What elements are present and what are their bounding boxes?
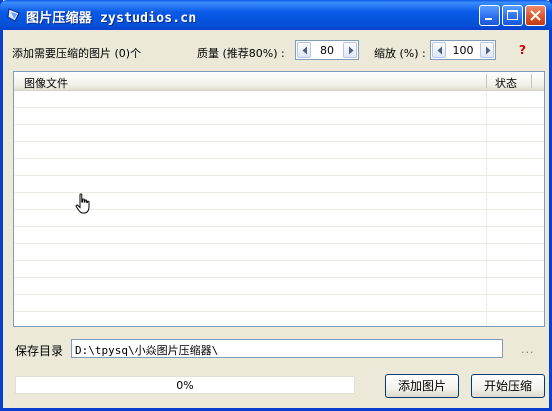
column-gridline: [486, 91, 487, 326]
empty-list-row: [14, 142, 544, 159]
scale-value[interactable]: 100: [447, 44, 479, 57]
maximize-button[interactable]: [502, 5, 523, 26]
browse-button[interactable]: ...: [521, 343, 535, 356]
column-header-status[interactable]: 状态: [495, 75, 517, 91]
scale-label: 缩放 (%) :: [374, 47, 426, 60]
help-link[interactable]: ?: [519, 43, 526, 57]
empty-list-row: [14, 108, 544, 125]
empty-list-row: [14, 261, 544, 278]
empty-list-row: [14, 193, 544, 210]
spin-left-icon: [302, 46, 307, 55]
title-bar[interactable]: 图片压缩器 zystudios.cn: [0, 0, 552, 30]
scale-decrease-button[interactable]: [432, 42, 446, 58]
quality-stepper[interactable]: 80: [295, 40, 359, 60]
scale-stepper[interactable]: 100: [430, 40, 496, 60]
column-divider[interactable]: [486, 74, 487, 88]
progress-bar: 0%: [15, 376, 355, 394]
progress-percent: 0%: [176, 379, 194, 392]
empty-list-row: [14, 278, 544, 295]
start-compress-button[interactable]: 开始压缩: [471, 374, 545, 398]
column-header-file[interactable]: 图像文件: [24, 75, 68, 91]
app-icon: [7, 8, 20, 22]
close-button[interactable]: [525, 5, 546, 26]
image-file-list[interactable]: 图像文件 状态: [13, 71, 545, 327]
close-icon: [530, 10, 541, 21]
add-images-button[interactable]: 添加图片: [385, 374, 459, 398]
minimize-icon: [485, 18, 492, 20]
scale-increase-button[interactable]: [480, 42, 494, 58]
main-window: 图片压缩器 zystudios.cn 添加需要压缩的图片 (0)个 质量 (推荐…: [0, 0, 552, 411]
image-count-label: 添加需要压缩的图片 (0)个: [12, 47, 142, 60]
empty-list-row: [14, 295, 544, 312]
quality-value[interactable]: 80: [312, 44, 342, 57]
empty-list-row: [14, 227, 544, 244]
minimize-button[interactable]: [479, 5, 500, 26]
spin-left-icon: [437, 46, 442, 55]
empty-list-row: [14, 159, 544, 176]
quality-decrease-button[interactable]: [297, 42, 311, 58]
empty-list-row: [14, 176, 544, 193]
empty-list-row: [14, 244, 544, 261]
quality-label: 质量 (推荐80%) :: [197, 47, 285, 60]
list-rows: [14, 91, 544, 326]
save-path-field[interactable]: D:\tpysq\小焱图片压缩器\: [71, 339, 503, 358]
empty-list-row: [14, 125, 544, 142]
window-title: 图片压缩器 zystudios.cn: [26, 11, 197, 26]
maximize-icon: [507, 10, 518, 20]
hand-cursor-icon: [75, 193, 90, 214]
column-divider[interactable]: [531, 74, 532, 88]
empty-list-row: [14, 91, 544, 108]
list-header: 图像文件 状态: [14, 72, 544, 91]
empty-list-row: [14, 210, 544, 227]
empty-list-row: [14, 312, 544, 326]
spin-right-icon: [486, 46, 491, 55]
save-directory-label: 保存目录: [15, 344, 64, 358]
spin-right-icon: [349, 46, 354, 55]
quality-increase-button[interactable]: [343, 42, 357, 58]
